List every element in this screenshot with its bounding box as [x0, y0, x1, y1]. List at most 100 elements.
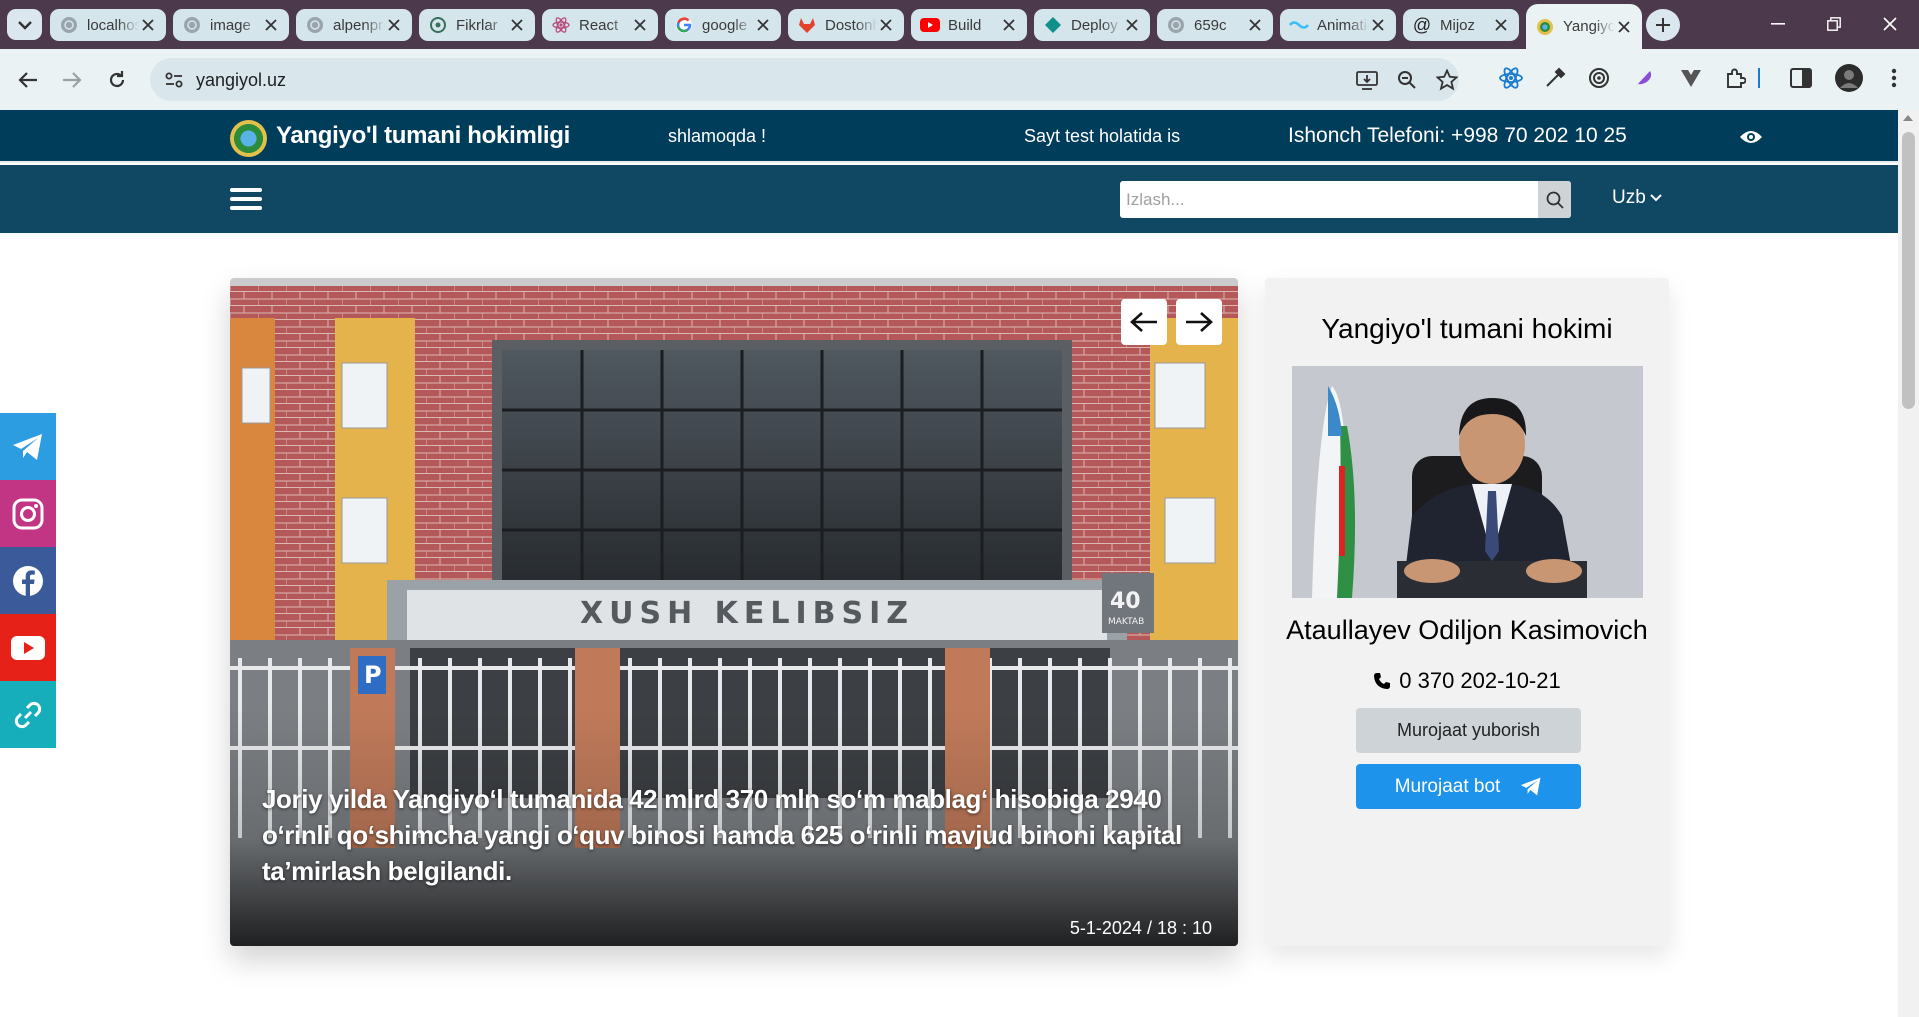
tab-title: React: [579, 16, 619, 34]
new-tab-button[interactable]: [1646, 9, 1680, 41]
close-icon[interactable]: [262, 16, 280, 34]
tab-title: Fikrlar: [456, 16, 498, 34]
browser-tab[interactable]: React: [542, 9, 658, 41]
site-title[interactable]: Yangiyo'l tumani hokimligi: [276, 122, 570, 150]
close-window-button[interactable]: [1877, 12, 1903, 36]
appeal-bot-button[interactable]: Murojaat bot: [1356, 764, 1581, 809]
eye-icon[interactable]: [1737, 123, 1765, 151]
tab-title: Yangiyol: [1563, 18, 1615, 35]
tab-title: alpenpro: [333, 16, 385, 34]
reload-icon: [109, 71, 125, 88]
globe-icon: [1166, 15, 1186, 35]
tab-title: localhost: [87, 16, 139, 34]
close-icon[interactable]: [1246, 16, 1264, 34]
facebook-link[interactable]: [0, 547, 56, 614]
site-logo-icon: [1535, 17, 1555, 37]
hokim-photo: [1292, 366, 1643, 598]
browser-tab[interactable]: google: [665, 9, 781, 41]
install-app-icon[interactable]: [1355, 68, 1379, 92]
news-slider[interactable]: XUSH KELIBSIZ 40 MAKTAB P Joriy yilda Ya…: [230, 278, 1238, 946]
browser-tab-active[interactable]: Yangiyol: [1526, 4, 1642, 49]
browser-tab[interactable]: alpenpro: [296, 9, 412, 41]
close-icon[interactable]: [139, 16, 157, 34]
color-picker-icon[interactable]: [1541, 64, 1569, 92]
search-button[interactable]: [1538, 181, 1571, 218]
close-icon[interactable]: [1492, 16, 1510, 34]
url-text: yangiyol.uz: [196, 70, 287, 90]
instagram-link[interactable]: [0, 480, 56, 547]
school-badge-number: 40: [1110, 589, 1141, 614]
hokim-heading: Yangiyo'l tumani hokimi: [1321, 313, 1613, 344]
hokim-phone-number: 0 370 202-10-21: [1399, 668, 1561, 693]
language-selector[interactable]: Uzb: [1612, 187, 1662, 209]
website-link[interactable]: [0, 681, 56, 748]
search-input[interactable]: [1120, 181, 1538, 218]
slider-next-button[interactable]: [1176, 299, 1222, 345]
telegram-link[interactable]: [0, 413, 56, 480]
youtube-icon: [11, 635, 45, 660]
react-devtools-icon[interactable]: [1497, 64, 1525, 92]
close-icon[interactable]: [754, 16, 772, 34]
site-logo[interactable]: [230, 120, 267, 157]
slider-prev-button[interactable]: [1121, 299, 1167, 345]
extensions-puzzle-icon[interactable]: [1721, 64, 1749, 92]
close-icon: [1883, 17, 1897, 31]
arrow-left-icon: [1130, 312, 1157, 332]
zoom-icon[interactable]: [1395, 68, 1419, 92]
close-icon[interactable]: [1123, 16, 1141, 34]
chevron-down-icon: [1650, 194, 1662, 202]
browser-tab-strip: localhost image alpenpro Fikrlar React g…: [0, 0, 1919, 49]
close-icon[interactable]: [631, 16, 649, 34]
browser-tab[interactable]: Fikrlar: [419, 9, 535, 41]
feather-extension-icon[interactable]: [1629, 64, 1657, 92]
browser-tab[interactable]: Dostonbek: [788, 9, 904, 41]
scroll-up-arrow[interactable]: [1902, 114, 1914, 124]
bookmark-star-icon[interactable]: [1435, 68, 1459, 92]
close-icon[interactable]: [1615, 18, 1633, 36]
minimize-icon: [1771, 23, 1785, 25]
send-appeal-button[interactable]: Murojaat yuborish: [1356, 708, 1581, 753]
scrollbar-thumb[interactable]: [1902, 132, 1915, 409]
tab-title: Dostonbek: [825, 16, 877, 34]
close-icon[interactable]: [385, 16, 403, 34]
forward-button[interactable]: [55, 63, 89, 97]
browser-tab[interactable]: @ Mijoz: [1403, 9, 1519, 41]
browser-tab[interactable]: Deploy: [1034, 9, 1150, 41]
close-icon[interactable]: [877, 16, 895, 34]
close-icon[interactable]: [1000, 16, 1018, 34]
site-info-icon[interactable]: [162, 68, 186, 92]
close-icon[interactable]: [1369, 16, 1387, 34]
hokim-phone[interactable]: 0 370 202-10-21: [1265, 668, 1669, 694]
restore-button[interactable]: [1821, 12, 1847, 36]
tab-title: Mijoz: [1440, 16, 1476, 34]
side-panel-icon[interactable]: [1787, 64, 1815, 92]
globe-icon: [305, 15, 325, 35]
profile-avatar[interactable]: [1833, 62, 1865, 94]
youtube-link[interactable]: [0, 614, 56, 681]
tab-search-button[interactable]: [7, 9, 42, 40]
browser-tab[interactable]: localhost: [50, 9, 166, 41]
address-bar[interactable]: yangiyol.uz: [150, 58, 1459, 101]
browser-tab[interactable]: Build: [911, 9, 1027, 41]
tab-title: Deploy: [1071, 16, 1118, 34]
reload-button[interactable]: [100, 63, 134, 97]
search-icon: [1546, 191, 1564, 209]
target-extension-icon[interactable]: [1585, 64, 1613, 92]
hotline-phone[interactable]: Ishonch Telefoni: +998 70 202 10 25: [1288, 124, 1627, 148]
minimize-button[interactable]: [1765, 12, 1791, 36]
link-icon: [14, 701, 42, 728]
vue-devtools-icon[interactable]: [1677, 64, 1705, 92]
back-button[interactable]: [11, 63, 45, 97]
browser-tab[interactable]: image: [173, 9, 289, 41]
close-icon[interactable]: [508, 16, 526, 34]
marquee-text: Sayt test holatida is: [1024, 126, 1181, 146]
chevron-down-icon: [17, 20, 32, 30]
arrow-right-icon: [1186, 312, 1213, 332]
page-scrollbar[interactable]: [1898, 110, 1919, 1017]
browser-tab[interactable]: Animation: [1280, 9, 1396, 41]
tab-title: google: [702, 16, 748, 34]
browser-menu-icon[interactable]: [1880, 64, 1908, 92]
news-headline[interactable]: Joriy yilda Yangiyo‘l tumanida 42 mlrd 3…: [262, 781, 1212, 889]
hamburger-menu-icon[interactable]: [230, 182, 264, 216]
browser-tab[interactable]: 659c: [1157, 9, 1273, 41]
